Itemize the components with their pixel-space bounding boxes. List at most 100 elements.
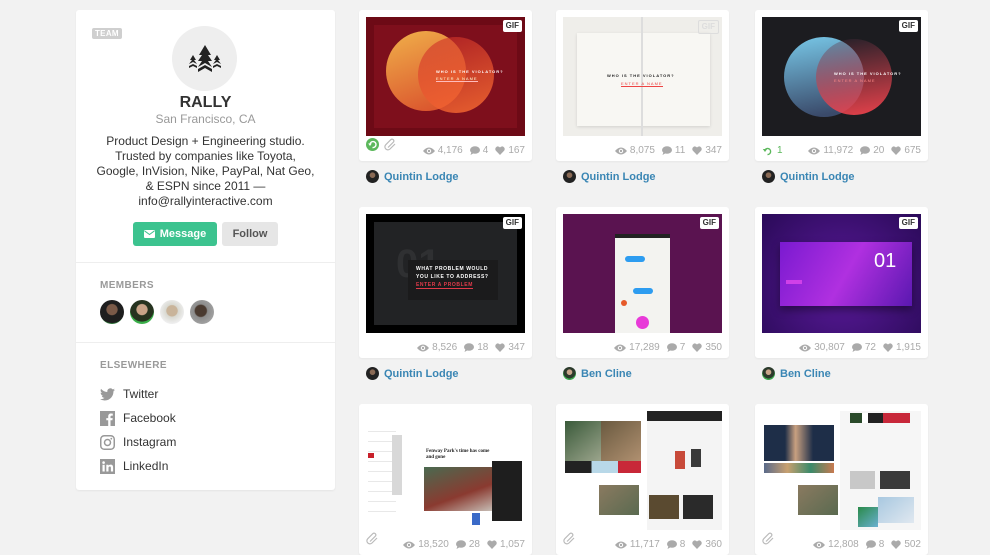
thumb-headline: WHO IS THE VIOLATOR? [834,71,902,76]
rebound-count[interactable]: 1 [762,145,783,156]
shot-thumbnail[interactable]: 01 WHAT PROBLEM WOULD YOU LIKE TO ADDRES… [366,214,525,333]
link-label: LinkedIn [123,459,169,473]
shot-card[interactable]: 01 WHAT PROBLEM WOULD YOU LIKE TO ADDRES… [359,207,532,358]
comment-icon [666,540,677,549]
comment-icon [860,146,871,155]
shot-card[interactable]: 01 GIF 30,807 72 1,915 [755,207,928,358]
likes-stat[interactable]: 167 [495,145,525,156]
likes-stat[interactable]: 675 [891,145,921,156]
heart-icon [692,146,703,155]
heart-icon [891,540,902,549]
team-logo[interactable] [172,26,237,91]
shot-thumbnail[interactable]: Fenway Park's time has come and gone [366,411,525,530]
shot-author-link[interactable]: Quintin Lodge [366,170,459,183]
shot-author-link[interactable]: Quintin Lodge [563,170,656,183]
eye-icon [614,147,627,154]
views-stat: 8,075 [614,145,655,156]
likes-stat[interactable]: 360 [692,539,722,550]
members-title: MEMBERS [100,280,154,291]
eye-icon [614,541,627,548]
shot-thumbnail[interactable]: 01 GIF [762,214,921,333]
shot-thumbnail[interactable]: GIF [563,214,722,333]
author-avatar [366,367,379,380]
link-twitter[interactable]: Twitter [100,382,176,406]
shot-card[interactable]: 12,808 8 502 [755,404,928,555]
shot-card[interactable]: WHO IS THE VIOLATOR? ENTER A NAME GIF 8,… [556,10,729,161]
link-label: Facebook [123,411,176,425]
attachment-icon[interactable] [366,532,379,550]
eye-icon [422,147,435,154]
views-stat: 12,808 [813,539,859,550]
link-facebook[interactable]: Facebook [100,406,176,430]
member-avatar[interactable] [100,300,124,324]
shot-card[interactable]: WHO IS THE VIOLATOR? ENTER A NAME GIF 4,… [359,10,532,161]
link-label: Instagram [123,435,177,449]
comments-stat[interactable]: 18 [464,342,488,353]
comments-stat[interactable]: 8 [666,539,685,550]
comment-icon [851,343,862,352]
eye-icon [799,344,812,351]
shot-author-link[interactable]: Ben Cline [563,367,632,380]
member-avatar[interactable] [160,300,184,324]
comments-stat[interactable]: 72 [851,342,876,353]
message-button[interactable]: Message [133,222,217,246]
gif-badge: GIF [502,20,522,32]
shot-author-link[interactable]: Quintin Lodge [762,170,855,183]
eye-icon [417,344,430,351]
link-linkedin[interactable]: LinkedIn [100,454,176,478]
comments-stat[interactable]: 28 [455,539,480,550]
member-avatar[interactable] [130,300,154,324]
heart-icon [495,146,506,155]
views-stat: 17,289 [614,342,660,353]
link-instagram[interactable]: Instagram [100,430,176,454]
linkedin-icon [100,458,115,474]
comment-icon [455,540,466,549]
team-name: RALLY [179,94,232,111]
follow-button[interactable]: Follow [222,222,278,246]
attachment-icon[interactable] [762,532,775,550]
likes-stat[interactable]: 1,915 [883,342,921,353]
shot-card[interactable]: GIF 17,289 7 350 [556,207,729,358]
facebook-icon [100,410,115,426]
gif-badge: GIF [699,217,719,229]
thumb-cta: ENTER A PROBLEM [416,282,473,289]
likes-stat[interactable]: 347 [495,342,525,353]
comments-stat[interactable]: 11 [661,145,685,156]
member-avatar[interactable] [190,300,214,324]
likes-stat[interactable]: 347 [692,145,722,156]
views-stat: 11,972 [808,145,853,156]
shot-thumbnail[interactable]: WHO IS THE VIOLATOR? ENTER A NAME GIF [563,17,722,136]
comments-stat[interactable]: 4 [469,145,488,156]
team-location: San Francisco, CA [155,112,256,126]
attachment-icon[interactable] [563,532,576,550]
likes-stat[interactable]: 1,057 [487,539,525,550]
message-label: Message [159,228,207,240]
shot-card[interactable]: Fenway Park's time has come and gone 18,… [359,404,532,555]
comments-stat[interactable]: 8 [865,539,884,550]
shot-thumbnail[interactable]: WHO IS THE VIOLATOR? ENTER A NAME GIF [762,17,921,136]
shot-thumbnail[interactable] [563,411,722,530]
members-list [100,300,214,324]
instagram-icon [100,434,115,450]
shot-card[interactable]: WHO IS THE VIOLATOR? ENTER A NAME GIF 1 … [755,10,928,161]
shot-thumbnail[interactable]: WHO IS THE VIOLATOR? ENTER A NAME GIF [366,17,525,136]
eye-icon [614,344,627,351]
likes-stat[interactable]: 502 [891,539,921,550]
shot-author-link[interactable]: Quintin Lodge [366,367,459,380]
shot-thumbnail[interactable] [762,411,921,530]
likes-stat[interactable]: 350 [692,342,722,353]
divider [76,342,335,343]
views-stat: 8,526 [417,342,457,353]
rebound-icon[interactable] [366,138,379,156]
comments-stat[interactable]: 7 [666,342,685,353]
thumb-big-number: 01 [874,250,897,272]
heart-icon [692,540,703,549]
comment-icon [661,146,672,155]
attachment-icon[interactable] [384,138,397,156]
heart-icon [692,343,703,352]
shot-author-link[interactable]: Ben Cline [762,367,831,380]
shot-card[interactable]: 11,717 8 360 [556,404,729,555]
comments-stat[interactable]: 20 [860,145,884,156]
team-badge: TEAM [92,28,122,39]
comment-icon [865,540,876,549]
